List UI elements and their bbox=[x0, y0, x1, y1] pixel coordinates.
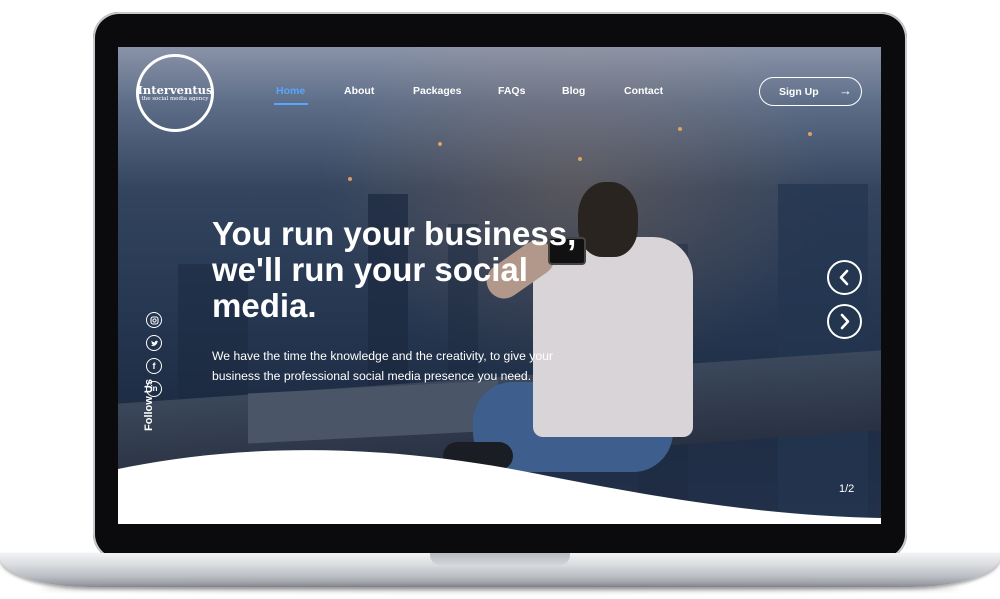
brand-tagline: the social media agency bbox=[141, 95, 209, 102]
chevron-left-icon[interactable] bbox=[827, 260, 862, 295]
facebook-icon[interactable]: f bbox=[146, 358, 162, 374]
arrow-right-icon: → bbox=[839, 83, 852, 98]
hero-title-line: we'll run your social bbox=[212, 251, 528, 288]
laptop-shadow bbox=[40, 586, 960, 592]
sign-up-button[interactable]: Sign Up → bbox=[759, 77, 862, 106]
nav-item-blog[interactable]: Blog bbox=[562, 85, 585, 97]
bottom-wave bbox=[118, 450, 881, 524]
nav-item-packages[interactable]: Packages bbox=[413, 85, 461, 97]
nav-item-about[interactable]: About bbox=[344, 85, 374, 97]
hero-title: You run your business, we'll run your so… bbox=[212, 216, 612, 324]
hero-subtitle: We have the time the knowledge and the c… bbox=[212, 349, 553, 383]
follow-us-label: Follow Us bbox=[143, 379, 155, 431]
city-light bbox=[438, 142, 442, 146]
nav-active-underline bbox=[274, 103, 308, 105]
laptop-notch bbox=[430, 553, 570, 565]
city-light bbox=[348, 177, 352, 181]
brand-logo[interactable]: Interventus the social media agency bbox=[136, 54, 214, 132]
city-light bbox=[678, 127, 682, 131]
website-screen: Interventus the social media agency Home… bbox=[118, 47, 881, 524]
instagram-icon[interactable] bbox=[146, 312, 162, 328]
chevron-right-icon[interactable] bbox=[827, 304, 862, 339]
twitter-icon[interactable] bbox=[146, 335, 162, 351]
brand-name: Interventus bbox=[137, 82, 213, 97]
hero-title-line: You run your business, bbox=[212, 215, 577, 252]
hero-title-line: media. bbox=[212, 287, 317, 324]
sign-up-label: Sign Up bbox=[779, 85, 819, 98]
city-light bbox=[808, 132, 812, 136]
nav-item-contact[interactable]: Contact bbox=[624, 85, 663, 97]
nav-item-faqs[interactable]: FAQs bbox=[498, 85, 525, 97]
slide-counter: 1/2 bbox=[839, 483, 855, 495]
nav-item-home[interactable]: Home bbox=[276, 85, 305, 97]
